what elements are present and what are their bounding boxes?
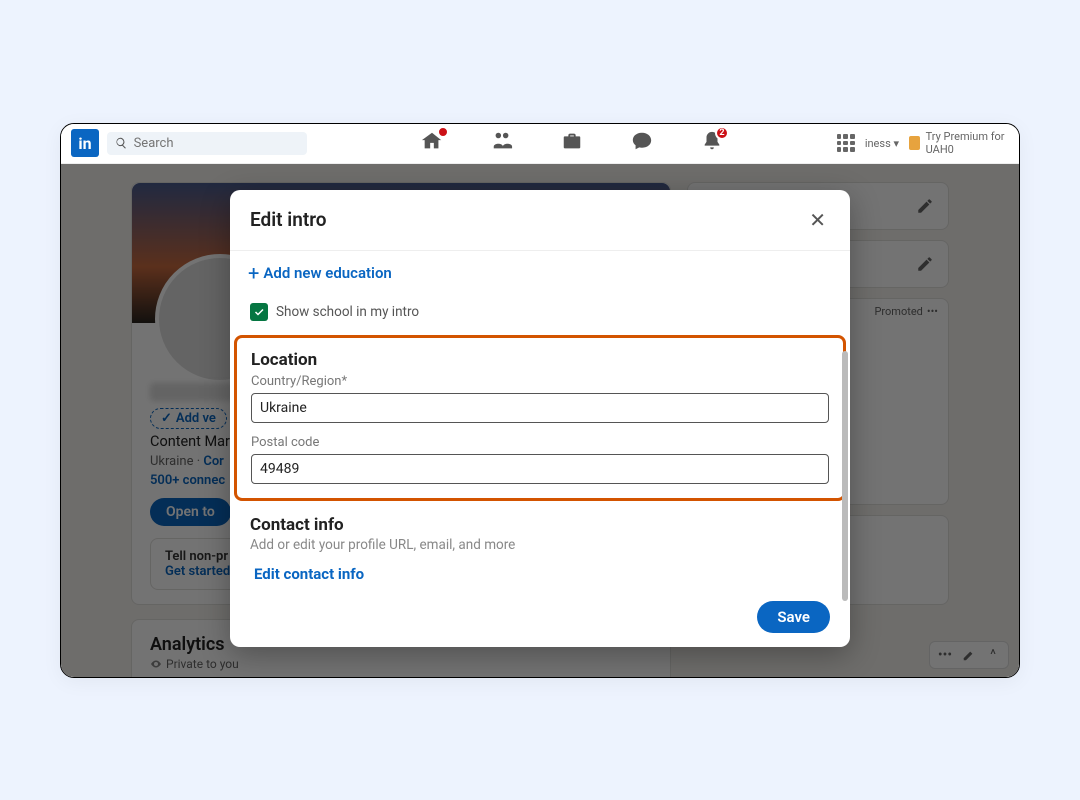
top-nav: in 2 iness ▾	[61, 124, 1019, 164]
plus-icon: +	[248, 261, 259, 285]
apps-icon[interactable]	[837, 134, 855, 152]
modal-scrollbar[interactable]	[842, 351, 848, 601]
network-icon[interactable]	[491, 130, 513, 156]
app-frame: in 2 iness ▾	[60, 123, 1020, 678]
postal-input[interactable]	[251, 454, 829, 484]
postal-label: Postal code	[251, 435, 829, 450]
try-premium[interactable]: Try Premium for UAH0	[909, 130, 1009, 156]
notifications-icon[interactable]: 2	[701, 130, 723, 156]
jobs-icon[interactable]	[561, 130, 583, 156]
business-label[interactable]: iness ▾	[865, 137, 899, 150]
show-school-checkbox[interactable]	[250, 303, 268, 321]
close-button[interactable]: ✕	[805, 204, 830, 236]
show-school-label: Show school in my intro	[276, 304, 419, 320]
location-section-highlight: Location Country/Region* Postal code	[234, 335, 846, 501]
search-box[interactable]	[107, 132, 307, 155]
modal-title: Edit intro	[250, 208, 327, 231]
notification-badge: 2	[715, 126, 729, 140]
premium-chip-icon	[909, 136, 920, 150]
home-icon[interactable]	[421, 130, 443, 156]
country-input[interactable]	[251, 393, 829, 423]
messaging-icon[interactable]	[631, 130, 653, 156]
right-nav: iness ▾ Try Premium for UAH0	[837, 130, 1009, 156]
contact-info-subtext: Add or edit your profile URL, email, and…	[250, 537, 830, 553]
location-header: Location	[251, 350, 829, 370]
edit-contact-info-link[interactable]: Edit contact info	[254, 565, 830, 583]
add-education-button[interactable]: + Add new education	[248, 261, 830, 285]
modal-overlay[interactable]: Edit intro ✕ + Add new education Show sc…	[61, 164, 1019, 677]
search-input[interactable]	[134, 136, 299, 151]
search-icon	[115, 136, 128, 150]
nav-icons: 2	[315, 130, 829, 156]
country-label: Country/Region*	[251, 374, 829, 389]
check-icon	[253, 306, 265, 318]
linkedin-logo[interactable]: in	[71, 129, 99, 157]
home-badge	[437, 126, 449, 138]
edit-intro-modal: Edit intro ✕ + Add new education Show sc…	[230, 190, 850, 647]
save-button[interactable]: Save	[757, 601, 830, 633]
contact-info-header: Contact info	[250, 515, 830, 535]
